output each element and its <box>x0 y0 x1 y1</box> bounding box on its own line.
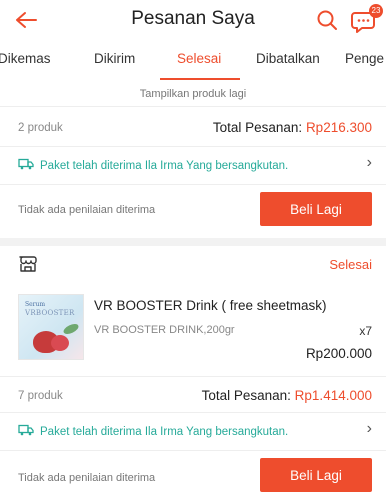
shipping-status-text: Paket telah diterima Ila Irma Yang bersa… <box>40 425 289 438</box>
total-amount: Rp1.414.000 <box>294 388 372 403</box>
tab-selesai[interactable]: Selesai <box>177 51 221 66</box>
product-image-fruit <box>51 335 69 351</box>
product-image-text: Serum <box>25 301 46 308</box>
delivery-truck-icon <box>18 424 34 439</box>
product-count: 2 produk <box>18 122 63 134</box>
delivery-truck-icon <box>18 158 34 173</box>
total-amount: Rp216.300 <box>305 120 372 135</box>
tab-dikirim[interactable]: Dikirim <box>94 51 135 66</box>
no-rating-text: Tidak ada penilaian diterima <box>18 204 156 216</box>
product-variant: VR BOOSTER DRINK,200gr <box>94 324 235 336</box>
search-icon[interactable] <box>313 6 341 34</box>
tab-dikemas[interactable]: Dikemas <box>0 51 51 66</box>
order-card-1: Tampilkan produk lagi 2 produk Total Pes… <box>0 80 386 238</box>
total-label: Total Pesanan: <box>201 388 295 403</box>
divider <box>0 146 386 147</box>
divider <box>0 376 386 377</box>
buy-again-button[interactable]: Beli Lagi <box>260 458 372 492</box>
buy-again-button[interactable]: Beli Lagi <box>260 192 372 226</box>
status-tabs: Dikemas Dikirim Selesai Dibatalkan Penge <box>0 40 386 80</box>
order-card-2: Selesai Serum VRBOOSTER VR BOOSTER Drink… <box>0 246 386 500</box>
product-image[interactable]: Serum VRBOOSTER <box>18 294 84 360</box>
show-more-products-link[interactable]: Tampilkan produk lagi <box>0 88 386 100</box>
total-label: Total Pesanan: <box>212 120 306 135</box>
chevron-right-icon[interactable]: › <box>367 154 372 172</box>
product-price: Rp200.000 <box>305 346 372 361</box>
product-image-leaf <box>62 321 80 337</box>
chat-badge: 23 <box>369 4 383 18</box>
product-name[interactable]: VR BOOSTER Drink ( free sheetmask) <box>94 298 327 313</box>
divider <box>0 184 386 185</box>
top-bar: Pesanan Saya 23 <box>0 0 386 40</box>
shipping-status-row[interactable]: Paket telah diterima Ila Irma Yang bersa… <box>18 424 288 439</box>
tab-pengembalian[interactable]: Penge <box>345 51 384 66</box>
order-total: Total Pesanan: Rp216.300 <box>213 120 372 135</box>
product-image-text: VRBOOSTER <box>25 309 75 317</box>
chevron-right-icon[interactable]: › <box>367 420 372 438</box>
no-rating-text: Tidak ada penilaian diterima <box>18 472 156 484</box>
divider <box>0 450 386 451</box>
tab-dibatalkan[interactable]: Dibatalkan <box>256 51 320 66</box>
divider <box>0 106 386 107</box>
divider <box>0 412 386 413</box>
order-total: Total Pesanan: Rp1.414.000 <box>202 388 372 403</box>
product-count: 7 produk <box>18 390 63 402</box>
order-status: Selesai <box>329 257 372 272</box>
shipping-status-text: Paket telah diterima Ila Irma Yang bersa… <box>40 159 289 172</box>
product-quantity: x7 <box>359 324 372 338</box>
store-icon <box>16 252 40 276</box>
shipping-status-row[interactable]: Paket telah diterima Ila Irma Yang bersa… <box>18 158 288 173</box>
